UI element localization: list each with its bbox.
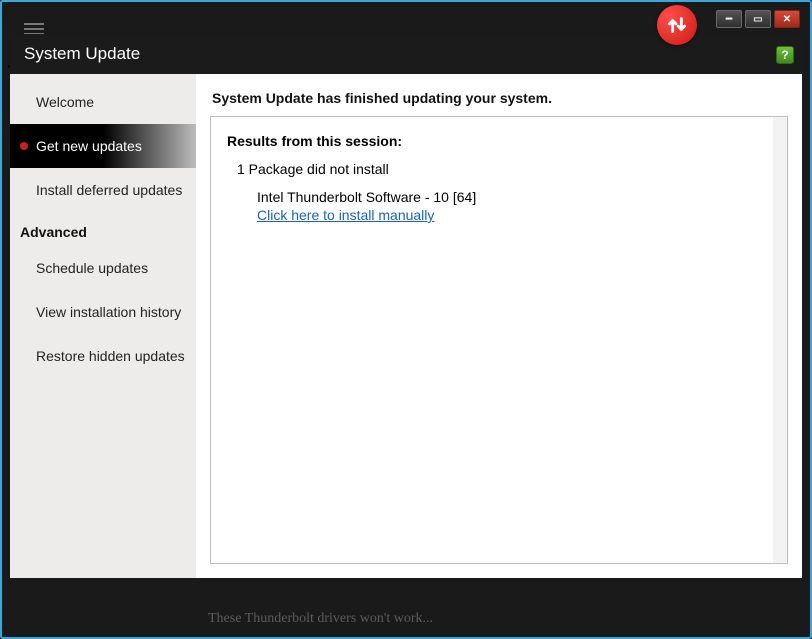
body-area: Welcome Get new updates Install deferred… bbox=[10, 74, 802, 578]
sidebar-item-get-new-updates[interactable]: Get new updates bbox=[10, 124, 196, 168]
network-activity-icon[interactable] bbox=[657, 5, 697, 45]
close-button[interactable]: ✕ bbox=[774, 10, 800, 28]
sidebar-item-view-history[interactable]: View installation history bbox=[10, 290, 196, 334]
results-summary: 1 Package did not install bbox=[237, 161, 771, 177]
minimize-button[interactable]: ━ bbox=[716, 10, 742, 28]
hamburger-icon[interactable] bbox=[24, 20, 44, 34]
install-manually-link[interactable]: Click here to install manually bbox=[257, 207, 771, 223]
sidebar-item-schedule-updates[interactable]: Schedule updates bbox=[10, 246, 196, 290]
results-heading: Results from this session: bbox=[227, 133, 771, 149]
background-text-bottom: These Thunderbolt drivers won't work... bbox=[208, 611, 433, 627]
package-name: Intel Thunderbolt Software - 10 [64] bbox=[257, 189, 771, 205]
window-controls: ━ ▭ ✕ bbox=[716, 10, 800, 28]
maximize-button[interactable]: ▭ bbox=[745, 10, 771, 28]
up-down-arrows-icon bbox=[664, 12, 690, 38]
main-heading: System Update has finished updating your… bbox=[212, 90, 788, 106]
sidebar-item-welcome[interactable]: Welcome bbox=[10, 80, 196, 124]
help-icon[interactable]: ? bbox=[776, 46, 794, 64]
content-panel: System Update has finished updating your… bbox=[196, 74, 802, 578]
app-title: System Update bbox=[24, 44, 140, 64]
sidebar: Welcome Get new updates Install deferred… bbox=[10, 74, 196, 578]
results-box: Results from this session: 1 Package did… bbox=[210, 116, 788, 564]
sidebar-heading-advanced: Advanced bbox=[10, 212, 196, 246]
sidebar-item-restore-hidden[interactable]: Restore hidden updates bbox=[10, 334, 196, 378]
app-window: System Update ? Welcome Get new updates … bbox=[10, 34, 802, 578]
sidebar-item-install-deferred[interactable]: Install deferred updates bbox=[10, 168, 196, 212]
